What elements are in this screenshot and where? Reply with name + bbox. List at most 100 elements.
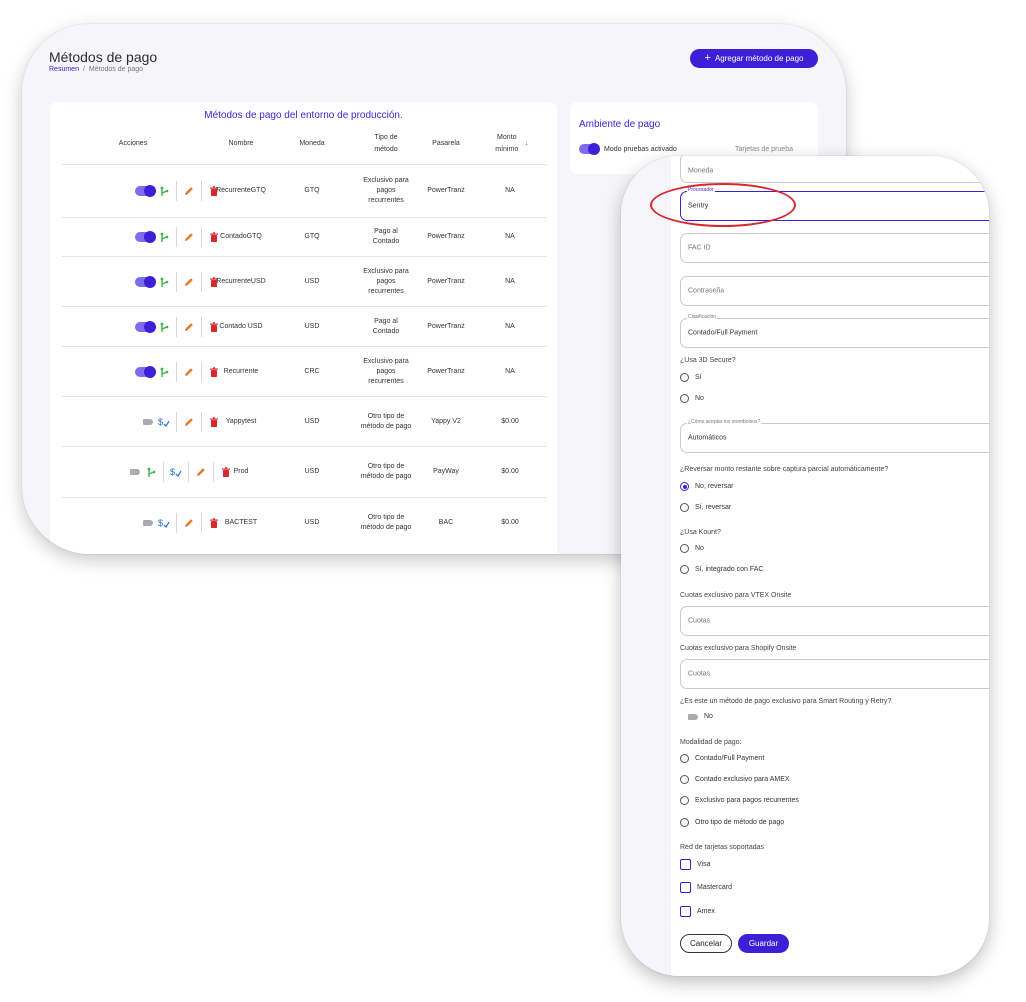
enabled-toggle[interactable] — [135, 185, 156, 197]
action-divider — [162, 462, 164, 482]
enabled-toggle[interactable] — [135, 320, 156, 333]
classification-select[interactable]: Clasificación Contado/Full Payment — [680, 314, 989, 348]
cell-gateway: PayWay — [433, 468, 459, 475]
save-button[interactable]: Guardar — [738, 934, 789, 953]
action-divider — [175, 512, 177, 533]
disabled-toggle-icon[interactable] — [130, 469, 140, 475]
network-option-visa[interactable]: Visa — [680, 859, 711, 870]
branch-icon[interactable] — [144, 465, 158, 479]
reverse-option-yes-label: Sí, reversar — [695, 504, 732, 511]
modality-option-full-label: Contado/Full Payment — [695, 755, 765, 762]
cell-min-amount: $0.00 — [501, 518, 519, 526]
disabled-toggle-icon[interactable] — [143, 519, 153, 526]
branch-icon[interactable] — [157, 230, 171, 244]
reverse-option-no[interactable]: No, reversar — [680, 482, 734, 491]
checkbox-icon[interactable] — [680, 882, 691, 893]
edit-pencil-icon[interactable] — [182, 320, 196, 334]
modality-option-amex[interactable]: Contado exclusivo para AMEX — [680, 775, 790, 784]
3ds-question: ¿Usa 3D Secure? — [680, 357, 736, 364]
disabled-toggle-icon[interactable] — [143, 418, 153, 425]
3ds-option-yes[interactable]: Sí — [680, 373, 702, 382]
modality-option-other[interactable]: Otro tipo de método de pago — [680, 818, 784, 827]
cell-type: Exclusivo para pagos recurrentes — [363, 267, 409, 295]
cell-name: RecurrenteUSD — [216, 277, 266, 285]
branch-icon[interactable] — [157, 365, 171, 379]
refunds-select[interactable]: ¿Cómo aceptar los reembolsos? Automático… — [680, 419, 989, 453]
kount-option-fac-label: Sí, integrado con FAC — [695, 566, 764, 573]
shopify-label: Cuotas exclusivo para Shopify Onsite — [680, 645, 797, 652]
column-header-currency: Moneda — [299, 140, 325, 147]
dollar-check-icon[interactable]: $ — [169, 465, 183, 479]
edit-pencil-icon[interactable] — [182, 230, 196, 244]
edit-pencil-icon[interactable] — [182, 415, 196, 429]
checkbox-icon[interactable] — [680, 859, 691, 870]
cell-currency: GTQ — [304, 233, 320, 240]
cell-gateway: PowerTranz — [427, 322, 465, 330]
test-cards-link[interactable]: Tarjetas de prueba — [735, 146, 793, 153]
radio-icon[interactable] — [680, 373, 689, 382]
plus-icon: + — [704, 52, 711, 64]
edit-pencil-icon[interactable] — [182, 516, 196, 530]
table-row: $ Prod USD Otro tipo de método de pago PayWa… — [62, 446, 547, 497]
cell-type: Otro tipo de método de pago — [360, 412, 412, 430]
enabled-toggle[interactable] — [135, 365, 156, 378]
modality-option-full[interactable]: Contado/Full Payment — [680, 754, 764, 763]
modality-option-recurring[interactable]: Exclusivo para pagos recurrentes — [680, 796, 799, 805]
fac-id-field[interactable]: FAC ID — [680, 233, 989, 263]
radio-icon[interactable] — [680, 544, 689, 553]
classification-label: Clasificación — [687, 314, 718, 320]
3ds-option-no-label: No — [695, 395, 704, 402]
svg-text:$: $ — [170, 467, 175, 477]
radio-icon[interactable] — [680, 775, 689, 784]
cell-min-amount: NA — [505, 277, 515, 285]
checkbox-icon[interactable] — [680, 906, 691, 917]
cell-type: Pago al Contado — [372, 228, 400, 245]
radio-icon[interactable] — [680, 754, 689, 763]
reverse-option-yes[interactable]: Sí, reversar — [680, 503, 731, 512]
radio-icon[interactable] — [680, 796, 689, 805]
toggle-off-icon[interactable] — [688, 713, 698, 720]
radio-icon[interactable] — [680, 565, 689, 574]
kount-option-no[interactable]: No — [680, 544, 704, 553]
sort-arrow-icon[interactable]: ↓ — [525, 138, 529, 150]
enabled-toggle[interactable] — [135, 275, 156, 288]
radio-icon[interactable] — [680, 394, 689, 403]
network-option-mastercard[interactable]: Mastercard — [680, 882, 732, 893]
cell-min-amount: NA — [505, 322, 515, 330]
cell-type: Exclusivo para pagos recurrentes — [363, 357, 409, 385]
add-payment-method-button[interactable]: + Agregar método de pago — [690, 49, 818, 68]
edit-pencil-icon[interactable] — [182, 184, 196, 198]
shopify-installments-field[interactable]: Cuotas — [680, 659, 989, 689]
smart-routing-toggle[interactable]: No — [688, 713, 713, 720]
kount-option-fac[interactable]: Sí, integrado con FAC — [680, 565, 763, 574]
3ds-option-no[interactable]: No — [680, 394, 704, 403]
test-mode-toggle[interactable] — [579, 143, 600, 155]
cell-gateway: PowerTranz — [427, 187, 465, 194]
branch-icon[interactable] — [157, 184, 171, 198]
radio-icon[interactable] — [680, 503, 689, 512]
radio-icon[interactable] — [680, 818, 689, 827]
smart-routing-value: No — [704, 713, 713, 720]
breadcrumb: Resumen / Métodos de pago — [49, 66, 143, 73]
dollar-check-icon[interactable]: $ — [157, 516, 171, 530]
column-header-min-amount[interactable]: Monto mínimo ↓ — [484, 132, 536, 156]
action-divider — [175, 227, 177, 247]
edit-pencil-icon[interactable] — [182, 365, 196, 379]
network-option-amex[interactable]: Amex — [680, 906, 715, 917]
vtex-installments-field[interactable]: Cuotas — [680, 606, 989, 636]
cell-currency: CRC — [304, 367, 320, 375]
3ds-option-yes-label: Sí — [695, 374, 702, 381]
network-option-visa-label: Visa — [697, 861, 711, 868]
dollar-check-icon[interactable]: $ — [157, 415, 171, 429]
breadcrumb-home-link[interactable]: Resumen — [49, 66, 79, 73]
branch-icon[interactable] — [157, 320, 171, 334]
network-option-mastercard-label: Mastercard — [697, 884, 733, 891]
enabled-toggle[interactable] — [135, 231, 156, 243]
edit-pencil-icon[interactable] — [182, 275, 196, 289]
password-field[interactable]: Contraseña — [680, 276, 989, 306]
radio-checked-icon[interactable] — [680, 482, 689, 491]
currency-field[interactable]: Moneda — [680, 156, 989, 183]
cell-currency: USD — [304, 417, 320, 425]
cancel-button[interactable]: Cancelar — [680, 934, 732, 953]
branch-icon[interactable] — [157, 275, 171, 289]
